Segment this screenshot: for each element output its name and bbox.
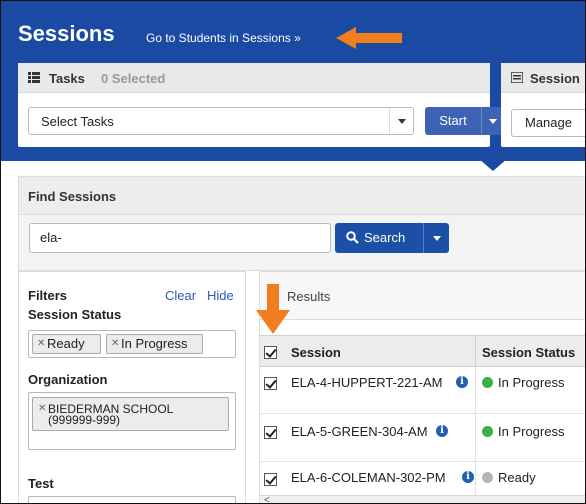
search-button-label: Search <box>364 230 406 245</box>
row-checkbox[interactable] <box>264 473 277 486</box>
session-status: In Progress <box>498 375 565 390</box>
tasks-selected-count: 0 Selected <box>101 71 166 86</box>
info-icon[interactable]: i <box>456 376 468 388</box>
header-notch <box>479 159 507 171</box>
close-icon[interactable]: ✕ <box>38 403 46 414</box>
status-dot-icon <box>482 377 493 388</box>
close-icon[interactable]: ✕ <box>111 335 119 353</box>
sessions-header: Sessions Go to Students in Sessions » Ta… <box>1 1 585 161</box>
organization-filter[interactable]: ✕ BIEDERMAN SCHOOL (999999-999) <box>28 392 236 450</box>
table-row[interactable]: ELA-5-GREEN-304-AM i In Progress <box>260 414 585 462</box>
session-status-filter[interactable]: ✕ Ready ✕ In Progress <box>28 330 236 358</box>
results-header: Results <box>260 272 585 320</box>
column-divider <box>475 336 476 366</box>
column-header-session[interactable]: Session <box>291 345 341 360</box>
status-chip-in-progress[interactable]: ✕ In Progress <box>106 334 203 354</box>
horizontal-scrollbar[interactable]: < <box>260 495 585 503</box>
search-button[interactable]: Search <box>335 223 423 253</box>
info-icon[interactable]: i <box>462 471 474 483</box>
search-icon <box>346 231 359 244</box>
find-sessions-panel: Find Sessions ela- Search <box>18 176 585 271</box>
find-sessions-label: Find Sessions <box>28 189 117 204</box>
search-options-button[interactable] <box>423 223 449 253</box>
chip-label: In Progress <box>121 336 188 351</box>
manage-button[interactable]: Manage <box>511 109 585 137</box>
chip-label: (999999-999) <box>48 413 121 427</box>
info-icon[interactable]: i <box>436 425 448 437</box>
results-table-body: ELA-4-HUPPERT-221-AM i In Progress ELA-5… <box>260 367 585 502</box>
clear-filters-link[interactable]: Clear <box>165 288 196 303</box>
status-dot-icon <box>482 472 493 483</box>
select-all-checkbox[interactable] <box>264 346 277 359</box>
session-label: Session <box>530 71 580 86</box>
filters-title: Filters <box>28 288 68 303</box>
start-button[interactable]: Start <box>425 107 481 135</box>
hide-filters-link[interactable]: Hide <box>207 288 234 303</box>
session-panel: Session Manage <box>501 63 585 147</box>
organization-filter-label: Organization <box>28 372 108 387</box>
test-filter[interactable] <box>28 496 236 503</box>
filters-panel: Filters Clear Hide Session Status ✕ Read… <box>18 271 246 503</box>
search-input[interactable]: ela- <box>29 223 331 253</box>
close-icon[interactable]: ✕ <box>37 335 45 353</box>
session-name[interactable]: ELA-5-GREEN-304-AM <box>291 424 428 439</box>
session-status-filter-label: Session Status <box>28 307 122 322</box>
session-status: In Progress <box>498 424 565 439</box>
table-row[interactable]: ELA-4-HUPPERT-221-AM i In Progress <box>260 367 585 414</box>
select-tasks-value: Select Tasks <box>41 114 114 129</box>
organization-chip[interactable]: ✕ BIEDERMAN SCHOOL (999999-999) <box>32 397 229 431</box>
annotation-arrow-down-icon <box>256 284 290 334</box>
list-icon <box>511 72 523 83</box>
row-checkbox[interactable] <box>264 426 277 439</box>
app-window: Sessions Go to Students in Sessions » Ta… <box>0 0 586 504</box>
column-divider <box>475 367 476 413</box>
students-in-sessions-link[interactable]: Go to Students in Sessions » <box>146 31 301 45</box>
status-chip-ready[interactable]: ✕ Ready <box>32 334 101 354</box>
find-sessions-header: Find Sessions <box>19 177 585 215</box>
row-checkbox[interactable] <box>264 377 277 390</box>
tasks-label: Tasks <box>49 71 85 86</box>
annotation-arrow-left-icon <box>336 27 402 49</box>
chip-label: Ready <box>47 336 85 351</box>
session-name[interactable]: ELA-4-HUPPERT-221-AM <box>291 375 442 390</box>
select-tasks-dropdown[interactable]: Select Tasks <box>28 107 414 135</box>
session-status: Ready <box>498 470 536 485</box>
chevron-down-icon <box>389 108 413 134</box>
session-panel-header: Session <box>501 63 585 93</box>
tasks-panel: Tasks 0 Selected Select Tasks Start <box>18 63 503 147</box>
session-name[interactable]: ELA-6-COLEMAN-302-PM <box>291 470 446 485</box>
column-divider <box>475 414 476 461</box>
column-header-session-status[interactable]: Session Status <box>482 345 575 360</box>
list-icon <box>28 72 40 83</box>
tasks-panel-header: Tasks 0 Selected <box>18 63 490 93</box>
table-header: Session Session Status <box>260 335 585 367</box>
status-dot-icon <box>482 426 493 437</box>
scroll-left-icon[interactable]: < <box>264 495 270 503</box>
start-options-button[interactable] <box>481 107 503 135</box>
results-label: Results <box>287 289 331 304</box>
results-panel: Results Session Session Status ELA-4-HUP… <box>259 271 585 503</box>
page-title: Sessions <box>18 21 115 46</box>
test-filter-label: Test <box>28 476 54 491</box>
